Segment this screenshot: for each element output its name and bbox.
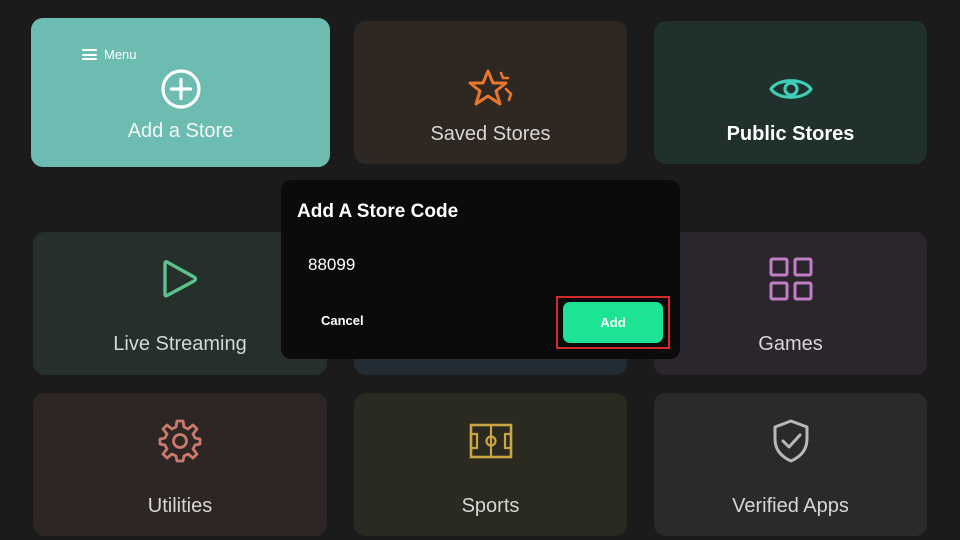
grid-icon — [768, 256, 814, 302]
tile-label: Public Stores — [726, 123, 855, 145]
tile-label: Saved Stores — [430, 123, 551, 145]
tile-utilities[interactable]: Utilities — [33, 393, 327, 536]
eye-icon — [768, 66, 814, 112]
tile-label: Add a Store — [127, 120, 234, 142]
plus-circle-icon — [158, 66, 204, 112]
cancel-button[interactable]: Cancel — [311, 311, 374, 330]
hamburger-menu-icon — [82, 49, 97, 60]
app-screen: Menu Add a Store Saved Stores Public Sto… — [0, 0, 960, 540]
tile-verified-apps[interactable]: Verified Apps — [654, 393, 927, 536]
dialog-title: Add A Store Code — [297, 201, 459, 222]
play-icon — [157, 256, 203, 302]
tile-label: Utilities — [147, 495, 213, 517]
store-code-input[interactable] — [308, 253, 648, 277]
add-store-code-dialog: Add A Store Code Cancel Add — [281, 180, 680, 359]
tile-sports[interactable]: Sports — [354, 393, 627, 536]
football-field-icon — [468, 418, 514, 464]
add-button-focus-ring: Add — [556, 296, 670, 349]
add-button[interactable]: Add — [563, 302, 663, 343]
tile-label: Sports — [461, 495, 520, 517]
gear-icon — [157, 418, 203, 464]
shield-check-icon — [768, 418, 814, 464]
tile-label: Verified Apps — [732, 495, 849, 517]
menu-label: Menu — [104, 47, 137, 62]
tile-label: Games — [758, 333, 823, 355]
star-icon — [468, 66, 514, 112]
menu-button[interactable]: Menu — [82, 47, 137, 62]
tile-public-stores[interactable]: Public Stores — [654, 21, 927, 164]
tile-add-store[interactable]: Menu Add a Store — [31, 18, 330, 167]
tile-games[interactable]: Games — [654, 232, 927, 375]
tile-saved-stores[interactable]: Saved Stores — [354, 21, 627, 164]
